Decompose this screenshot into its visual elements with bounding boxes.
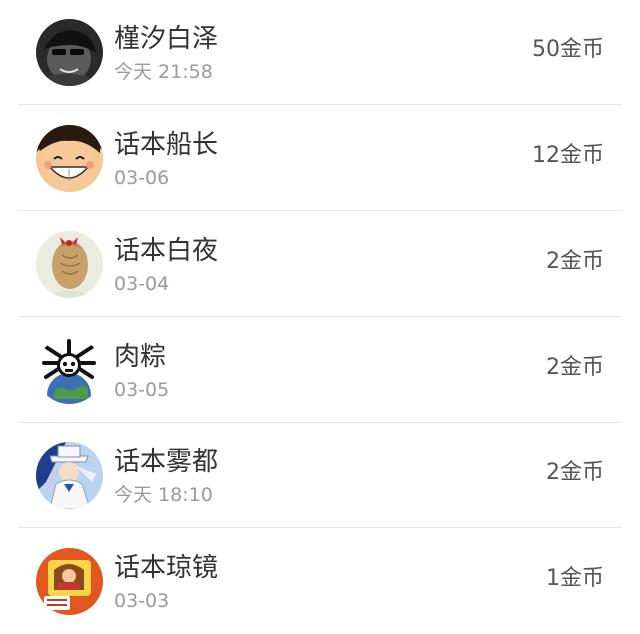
- coin-reward-list: 槿汐白泽 今天 21:58 50金币 话本船长 03-06 12金币 话本白夜 …: [0, 0, 640, 630]
- coin-amount: 50金币: [532, 37, 604, 62]
- coin-amount: 1金币: [546, 566, 604, 591]
- smiling-pirate-avatar-icon[interactable]: [36, 125, 103, 192]
- skull-crossbones-globe-avatar-icon[interactable]: [36, 337, 103, 404]
- timestamp: 03-05: [114, 379, 170, 401]
- user-name: 话本琼镜: [114, 553, 219, 583]
- list-item[interactable]: 肉粽 03-05 2金币: [0, 318, 640, 423]
- row-divider: [18, 104, 622, 105]
- user-name: 肉粽: [114, 342, 167, 372]
- dark-sunglasses-avatar-icon[interactable]: [36, 19, 103, 86]
- list-item[interactable]: 话本琼镜 03-03 1金币: [0, 529, 640, 634]
- coin-amount: 12金币: [532, 143, 604, 168]
- list-item[interactable]: 话本白夜 03-04 2金币: [0, 212, 640, 317]
- orange-badge-avatar-icon[interactable]: [36, 548, 103, 615]
- user-name: 话本雾都: [114, 447, 219, 477]
- coin-amount: 2金币: [546, 355, 604, 380]
- row-divider: [18, 316, 622, 317]
- white-suit-thief-avatar-icon[interactable]: [36, 442, 103, 509]
- hair-bow-avatar-icon[interactable]: [36, 231, 103, 298]
- timestamp: 03-03: [114, 590, 170, 612]
- user-name: 话本白夜: [114, 236, 219, 266]
- row-divider: [18, 210, 622, 211]
- timestamp: 今天 21:58: [114, 61, 213, 83]
- list-item[interactable]: 话本雾都 今天 18:10 2金币: [0, 423, 640, 528]
- coin-amount: 2金币: [546, 249, 604, 274]
- timestamp: 03-04: [114, 273, 170, 295]
- user-name: 槿汐白泽: [114, 24, 219, 54]
- user-name: 话本船长: [114, 130, 219, 160]
- timestamp: 03-06: [114, 167, 170, 189]
- list-item[interactable]: 槿汐白泽 今天 21:58 50金币: [0, 0, 640, 105]
- coin-amount: 2金币: [546, 460, 604, 485]
- timestamp: 今天 18:10: [114, 484, 213, 506]
- row-divider: [18, 527, 622, 528]
- list-item[interactable]: 话本船长 03-06 12金币: [0, 106, 640, 211]
